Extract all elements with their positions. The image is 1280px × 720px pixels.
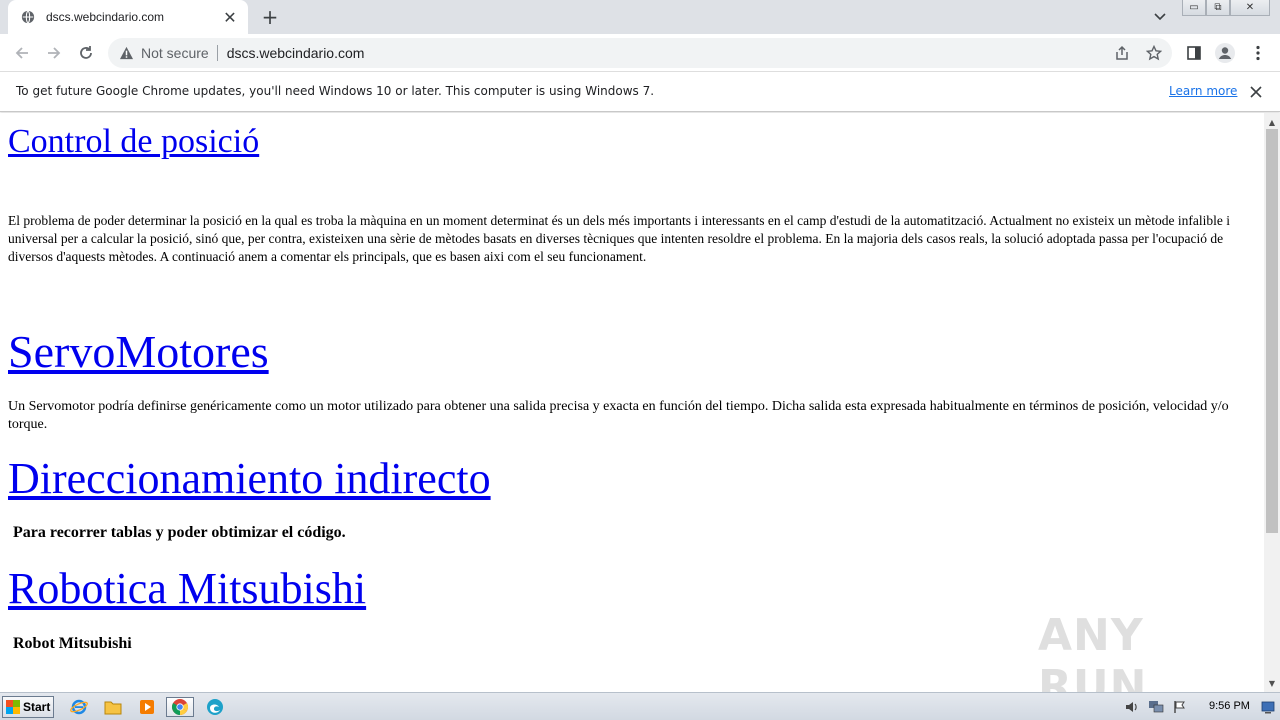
text-direccionamiento: Para recorrer tablas y poder obtimizar e… <box>13 524 346 541</box>
address-bar[interactable]: Not secure dscs.webcindario.com <box>108 38 1172 68</box>
warning-triangle-icon[interactable] <box>118 45 134 61</box>
tab-close-icon[interactable]: ✕ <box>220 7 240 27</box>
edge-icon[interactable] <box>204 697 226 717</box>
forward-arrow-icon[interactable] <box>42 41 66 65</box>
bookmark-star-icon[interactable] <box>1144 43 1164 63</box>
volume-icon[interactable] <box>1124 699 1140 715</box>
restore-button[interactable]: ⧉ <box>1206 0 1230 16</box>
taskbar-clock[interactable]: 9:56 PM <box>1209 700 1250 712</box>
web-page-content: Control de posició El problema de poder … <box>0 113 1264 692</box>
minimize-button[interactable]: ▭ <box>1182 0 1206 16</box>
reload-icon[interactable] <box>74 41 98 65</box>
scroll-up-arrow-icon[interactable]: ▲ <box>1264 115 1280 129</box>
file-explorer-icon[interactable] <box>102 697 124 717</box>
tab-strip: dscs.webcindario.com ✕ + ▭ ⧉ ✕ <box>0 0 1280 34</box>
new-tab-button[interactable]: + <box>258 5 282 29</box>
browser-toolbar: Not secure dscs.webcindario.com <box>0 34 1280 72</box>
show-desktop-icon[interactable] <box>1260 697 1276 717</box>
scroll-thumb[interactable] <box>1266 129 1278 533</box>
system-tray <box>1124 693 1188 720</box>
side-panel-icon[interactable] <box>1182 41 1206 65</box>
learn-more-link[interactable]: Learn more <box>1169 84 1237 98</box>
share-icon[interactable] <box>1112 43 1132 63</box>
window-controls: ▭ ⧉ ✕ <box>1182 0 1270 18</box>
window-close-button[interactable]: ✕ <box>1230 0 1270 16</box>
infobar-close-icon[interactable] <box>1248 84 1264 100</box>
heading-link-robotica[interactable]: Robotica Mitsubishi <box>8 563 366 614</box>
heading-link-direccionamiento[interactable]: Direccionamiento indirecto <box>8 453 491 504</box>
heading-link-control-posicio[interactable]: Control de posició <box>8 123 259 161</box>
omnibox-divider <box>216 45 218 61</box>
security-label[interactable]: Not secure <box>141 45 209 61</box>
windows-taskbar: Start 9:56 PM <box>0 692 1280 720</box>
start-button[interactable]: Start <box>2 696 54 718</box>
chrome-taskbar-icon[interactable] <box>166 697 194 717</box>
windows-logo-icon <box>6 700 20 714</box>
paragraph-servomotores: Un Servomotor podría definirse genéricam… <box>8 399 1229 432</box>
heading-link-servomotores[interactable]: ServoMotores <box>8 325 269 378</box>
anyrun-watermark: ANY RUN <box>1038 610 1148 692</box>
tab-title: dscs.webcindario.com <box>46 10 165 24</box>
text-robotica: Robot Mitsubishi <box>13 635 132 652</box>
media-player-icon[interactable] <box>136 697 158 717</box>
paragraph-control-posicio: El problema de poder determinar la posic… <box>8 213 1230 264</box>
back-arrow-icon[interactable] <box>10 41 34 65</box>
menu-kebab-icon[interactable] <box>1246 41 1270 65</box>
action-center-flag-icon[interactable] <box>1172 699 1188 715</box>
scroll-down-arrow-icon[interactable]: ▼ <box>1264 676 1280 690</box>
url-text[interactable]: dscs.webcindario.com <box>227 45 365 61</box>
internet-explorer-icon[interactable] <box>68 697 90 717</box>
tab-active[interactable]: dscs.webcindario.com ✕ <box>8 0 248 34</box>
tab-search-chevron-icon[interactable] <box>1150 8 1170 26</box>
update-infobar: To get future Google Chrome updates, you… <box>0 72 1280 112</box>
start-label: Start <box>23 700 51 714</box>
profile-avatar-icon[interactable] <box>1213 41 1237 65</box>
globe-icon <box>20 9 36 25</box>
network-icon[interactable] <box>1148 699 1164 715</box>
infobar-message: To get future Google Chrome updates, you… <box>16 84 655 98</box>
page-scrollbar[interactable]: ▲ ▼ <box>1264 113 1280 692</box>
